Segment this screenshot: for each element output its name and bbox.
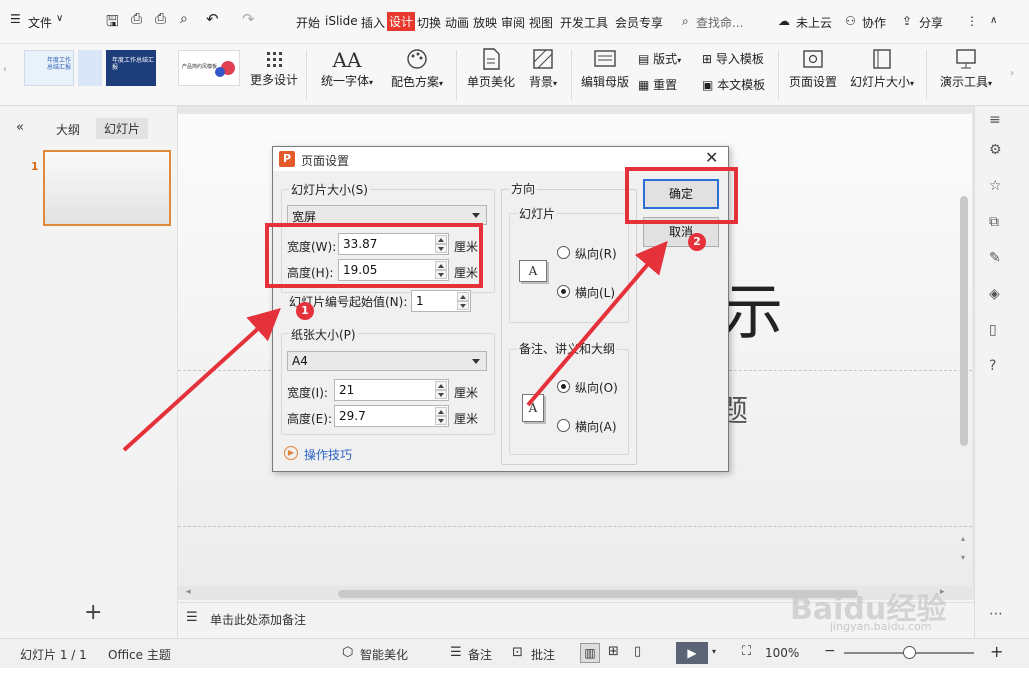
annotation-arrows xyxy=(122,240,668,452)
annotation-arrow-2 xyxy=(526,240,668,407)
annotation-arrow-1 xyxy=(122,307,281,452)
watermark-url: jingyan.baidu.com xyxy=(830,620,932,633)
